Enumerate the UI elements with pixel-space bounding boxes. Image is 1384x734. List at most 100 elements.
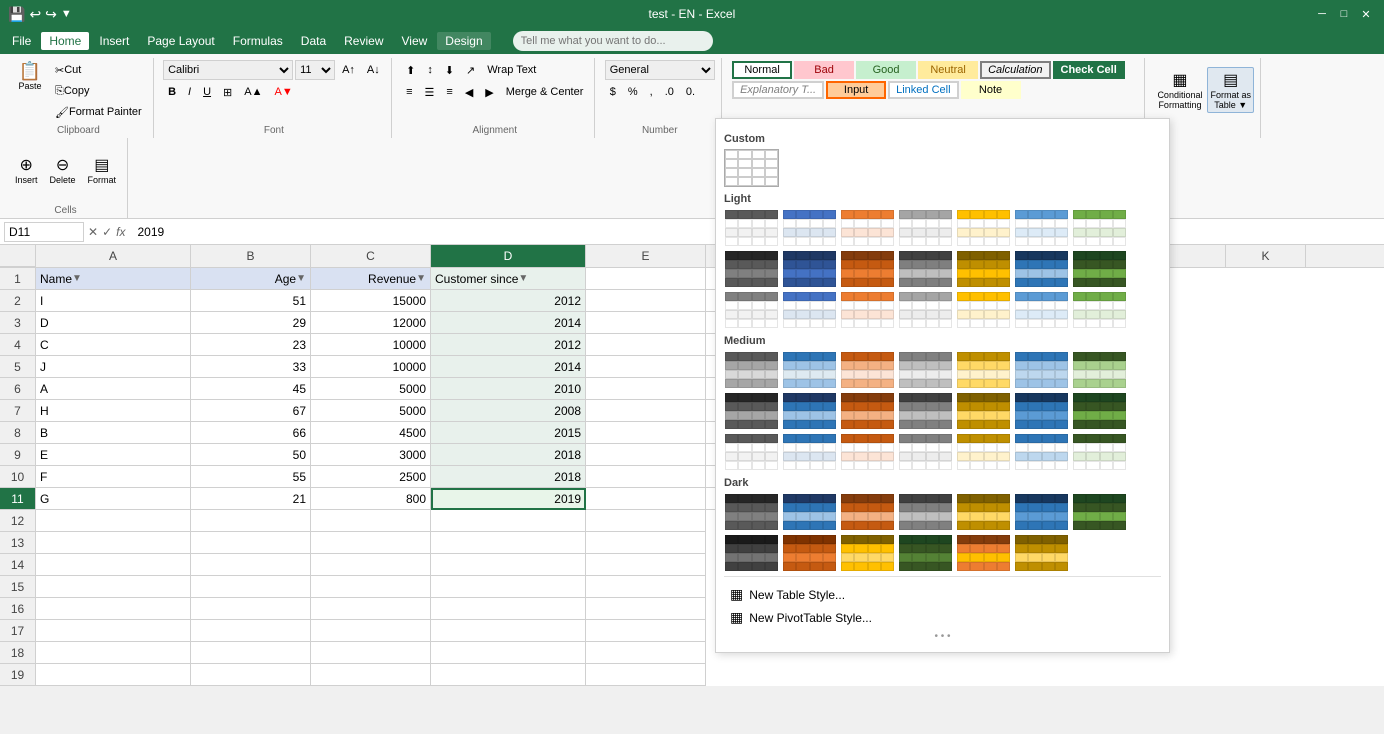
table-style-m-blue[interactable] xyxy=(782,351,837,389)
paste-button[interactable]: 📋 Paste xyxy=(10,60,50,93)
cell-a16[interactable] xyxy=(36,598,191,620)
table-style-l-cyan[interactable] xyxy=(1014,209,1069,247)
table-style-m-dgreen[interactable] xyxy=(1072,392,1127,430)
table-style-m-green[interactable] xyxy=(1072,351,1127,389)
menu-formulas[interactable]: Formulas xyxy=(225,32,291,50)
table-style-d-blue[interactable] xyxy=(782,493,837,531)
save-icon[interactable]: 💾 xyxy=(8,6,25,23)
cell-d16[interactable] xyxy=(431,598,586,620)
cell-a2[interactable]: I xyxy=(36,290,191,312)
table-style-d-gray2[interactable] xyxy=(898,493,953,531)
table-style-m-dblue[interactable] xyxy=(782,392,837,430)
col-header-b[interactable]: B xyxy=(191,245,311,267)
italic-button[interactable]: I xyxy=(183,82,196,102)
menu-data[interactable]: Data xyxy=(293,32,334,50)
row-header-13[interactable]: 13 xyxy=(0,532,36,554)
cell-e12[interactable] xyxy=(586,510,706,532)
text-direction-button[interactable]: ↗ xyxy=(461,60,480,80)
cell-b1[interactable]: Age ▼ xyxy=(191,268,311,290)
cell-a8[interactable]: B xyxy=(36,422,191,444)
row-header-3[interactable]: 3 xyxy=(0,312,36,334)
table-style-l-orange[interactable] xyxy=(840,209,895,247)
align-middle-button[interactable]: ↕ xyxy=(422,60,438,80)
cell-c15[interactable] xyxy=(311,576,431,598)
table-style-m-cyan[interactable] xyxy=(1014,351,1069,389)
delete-button[interactable]: ⊖ Delete xyxy=(45,153,81,187)
style-explanatory[interactable]: Explanatory T... xyxy=(732,81,824,99)
table-style-m-border6[interactable] xyxy=(1014,433,1069,471)
table-style-l-yellow[interactable] xyxy=(956,209,1011,247)
table-style-l-dblue[interactable] xyxy=(782,250,837,288)
increase-decimal-button[interactable]: .0 xyxy=(660,82,679,102)
cell-c7[interactable]: 5000 xyxy=(311,400,431,422)
conditional-formatting-button[interactable]: ▦ ConditionalFormatting xyxy=(1154,67,1205,113)
cell-d6[interactable]: 2010 xyxy=(431,378,586,400)
cell-e2[interactable] xyxy=(586,290,706,312)
row-header-19[interactable]: 19 xyxy=(0,664,36,686)
table-style-l-dgray2[interactable] xyxy=(898,250,953,288)
row-header-12[interactable]: 12 xyxy=(0,510,36,532)
cell-a11[interactable]: G xyxy=(36,488,191,510)
table-style-m-border1[interactable] xyxy=(724,433,779,471)
align-bottom-button[interactable]: ⬇ xyxy=(440,60,459,80)
menu-design[interactable]: Design xyxy=(437,32,490,50)
cell-d4[interactable]: 2012 xyxy=(431,334,586,356)
cell-c17[interactable] xyxy=(311,620,431,642)
table-style-m-orange[interactable] xyxy=(840,351,895,389)
table-style-l-gray2[interactable] xyxy=(898,209,953,247)
menu-file[interactable]: File xyxy=(4,32,39,50)
cell-d10[interactable]: 2018 xyxy=(431,466,586,488)
style-bad[interactable]: Bad xyxy=(794,61,854,79)
cut-button[interactable]: ✂ Cut xyxy=(50,60,147,80)
format-button[interactable]: ▤ Format xyxy=(83,153,122,187)
table-style-m-dorange[interactable] xyxy=(840,392,895,430)
cell-b4[interactable]: 23 xyxy=(191,334,311,356)
table-style-l-dcyan[interactable] xyxy=(1014,250,1069,288)
table-style-m-border4[interactable] xyxy=(898,433,953,471)
cell-d11[interactable]: 2019 xyxy=(431,488,586,510)
table-style-d-yellow[interactable] xyxy=(956,493,1011,531)
table-style-m-border7[interactable] xyxy=(1072,433,1127,471)
cell-e8[interactable] xyxy=(586,422,706,444)
cell-c12[interactable] xyxy=(311,510,431,532)
cell-c14[interactable] xyxy=(311,554,431,576)
style-neutral[interactable]: Neutral xyxy=(918,61,978,79)
table-style-custom[interactable] xyxy=(724,149,779,187)
table-style-d-orange2[interactable] xyxy=(782,534,837,572)
border-button[interactable]: ⊞ xyxy=(218,82,237,102)
table-style-l-dborder4[interactable] xyxy=(898,291,953,329)
cell-c4[interactable]: 10000 xyxy=(311,334,431,356)
cell-c5[interactable]: 10000 xyxy=(311,356,431,378)
table-style-m-yellow[interactable] xyxy=(956,351,1011,389)
cell-d17[interactable] xyxy=(431,620,586,642)
cell-d18[interactable] xyxy=(431,642,586,664)
table-style-m-dgray[interactable] xyxy=(724,392,779,430)
style-input[interactable]: Input xyxy=(826,81,886,99)
cell-e9[interactable] xyxy=(586,444,706,466)
table-style-d-green2[interactable] xyxy=(898,534,953,572)
cell-b11[interactable]: 21 xyxy=(191,488,311,510)
increase-indent-button[interactable]: ▶ xyxy=(480,82,498,102)
style-note[interactable]: Note xyxy=(961,81,1021,99)
cell-b7[interactable]: 67 xyxy=(191,400,311,422)
cell-e16[interactable] xyxy=(586,598,706,620)
cell-e13[interactable] xyxy=(586,532,706,554)
tell-me-input[interactable] xyxy=(513,31,713,51)
cell-b2[interactable]: 51 xyxy=(191,290,311,312)
cell-a14[interactable] xyxy=(36,554,191,576)
cell-a3[interactable]: D xyxy=(36,312,191,334)
format-painter-button[interactable]: 🖌 Format Painter xyxy=(50,102,147,122)
row-header-14[interactable]: 14 xyxy=(0,554,36,576)
row-header-15[interactable]: 15 xyxy=(0,576,36,598)
table-style-m-dgray2[interactable] xyxy=(898,392,953,430)
table-style-l-dgray[interactable] xyxy=(724,250,779,288)
cell-b19[interactable] xyxy=(191,664,311,686)
row-header-17[interactable]: 17 xyxy=(0,620,36,642)
style-normal[interactable]: Normal xyxy=(732,61,792,79)
cell-b16[interactable] xyxy=(191,598,311,620)
table-style-m-dyellow[interactable] xyxy=(956,392,1011,430)
table-style-l-dorange[interactable] xyxy=(840,250,895,288)
cell-b12[interactable] xyxy=(191,510,311,532)
cell-d7[interactable]: 2008 xyxy=(431,400,586,422)
underline-button[interactable]: U xyxy=(198,82,216,102)
